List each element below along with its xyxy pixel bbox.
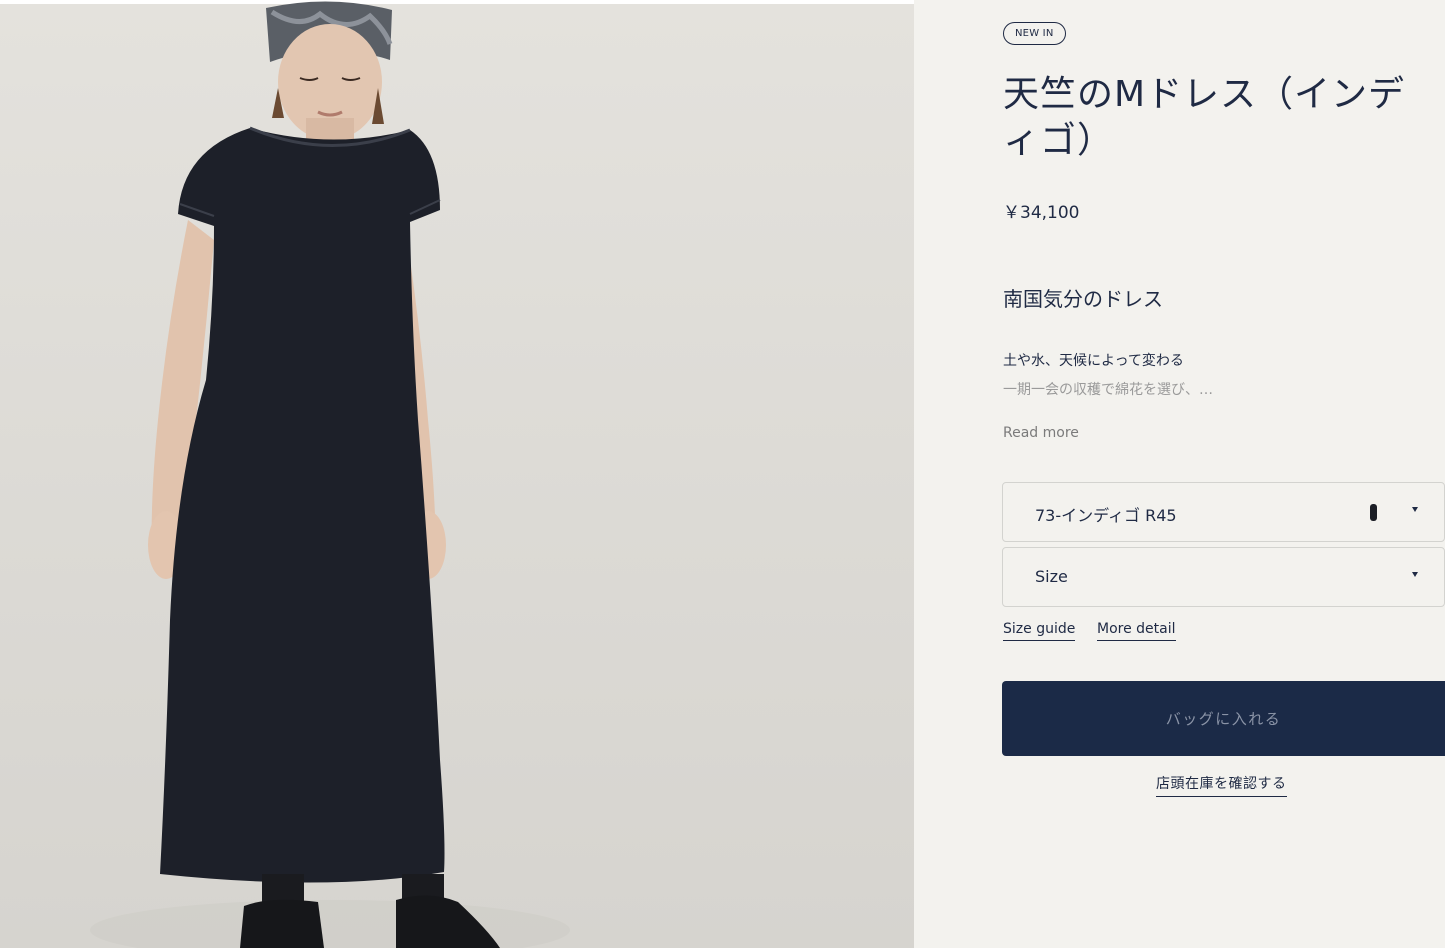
chevron-down-icon xyxy=(1412,507,1418,512)
size-select[interactable]: Size xyxy=(1002,547,1445,607)
color-select-value: 73-インディゴ R45 xyxy=(1035,506,1177,525)
add-to-bag-button[interactable]: バッグに入れる xyxy=(1002,681,1445,756)
check-store-stock-link[interactable]: 店頭在庫を確認する xyxy=(1156,773,1287,797)
color-swatch-icon xyxy=(1370,504,1377,521)
product-page: NEW IN 天竺のMドレス（インディゴ） ￥34,100 南国気分のドレス 土… xyxy=(0,0,1445,948)
new-in-badge: NEW IN xyxy=(1003,22,1066,45)
description-line-1: 土や水、天候によって変わる xyxy=(1003,353,1184,369)
product-subtitle: 南国気分のドレス xyxy=(1003,287,1163,311)
read-more-link[interactable]: Read more xyxy=(1003,425,1079,441)
description-line-2: 一期一会の収穫で綿花を選び、… xyxy=(1003,382,1213,398)
product-info-panel: NEW IN 天竺のMドレス（インディゴ） ￥34,100 南国気分のドレス 土… xyxy=(914,0,1445,948)
model-illustration xyxy=(90,1,570,948)
chevron-down-icon xyxy=(1412,572,1418,577)
size-guide-link[interactable]: Size guide xyxy=(1003,621,1076,641)
color-select[interactable]: 73-インディゴ R45 xyxy=(1002,482,1445,542)
product-title: 天竺のMドレス（インディゴ） xyxy=(1003,74,1406,161)
product-image[interactable] xyxy=(0,0,914,948)
product-price: ￥34,100 xyxy=(1003,203,1080,223)
more-detail-link[interactable]: More detail xyxy=(1097,621,1176,641)
size-select-value: Size xyxy=(1035,567,1068,586)
